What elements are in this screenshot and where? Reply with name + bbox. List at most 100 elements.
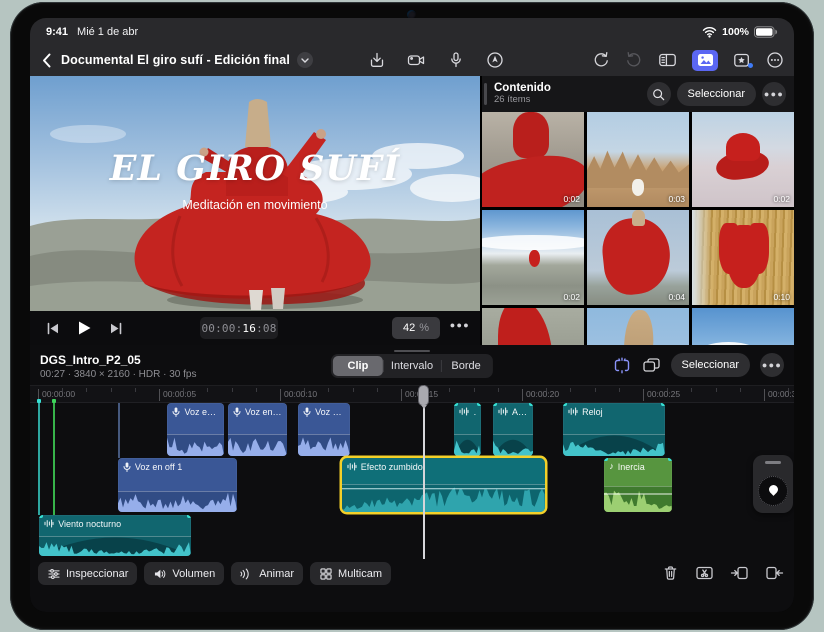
ruler-tick xyxy=(377,388,378,392)
split-clip-icon[interactable] xyxy=(695,564,714,582)
timeline-clip[interactable]: Efecto zumbido xyxy=(342,458,545,512)
playhead-handle[interactable] xyxy=(418,385,429,406)
overwrite-icon[interactable] xyxy=(642,357,661,374)
viewer-controls: 00:00:16:08 42 % ●●● xyxy=(30,311,480,345)
media-thumbnail[interactable]: 0:02 xyxy=(482,210,584,305)
zoom-level[interactable]: 42 % xyxy=(392,317,440,339)
clip-waveform xyxy=(167,434,224,456)
waveform-icon xyxy=(347,462,357,471)
panel-drag-handle[interactable] xyxy=(484,83,487,105)
clip-body xyxy=(342,475,545,484)
clip-label: Voz en off 1 xyxy=(135,462,182,472)
timeline-select-button[interactable]: Seleccionar xyxy=(671,353,750,377)
jog-dial[interactable] xyxy=(758,476,788,506)
timeline-clip[interactable]: Altu… xyxy=(493,403,533,456)
clip-waveform xyxy=(454,434,481,456)
animar-button[interactable]: Animar xyxy=(231,562,303,585)
skip-forward-icon[interactable] xyxy=(109,322,123,335)
timeline-clip[interactable]: Voz en off 2 xyxy=(228,403,287,456)
search-icon[interactable] xyxy=(647,82,671,106)
timeline-bottom-toolbar: Inspeccionar Volumen Animar Multicam xyxy=(38,562,391,585)
content-select-button[interactable]: Seleccionar xyxy=(677,82,756,106)
media-thumbnail[interactable] xyxy=(587,308,689,345)
content-more-icon[interactable]: ●●● xyxy=(762,82,786,106)
clip-guide-line xyxy=(38,403,40,515)
timeline-clip[interactable]: Viento nocturno xyxy=(39,515,191,556)
project-title[interactable]: Documental El giro sufí - Edición final xyxy=(61,53,290,67)
timeline-clip[interactable]: ♪Inercia xyxy=(604,458,672,512)
ruler-label: 00:00:25 xyxy=(643,389,680,401)
insert-before-icon[interactable] xyxy=(730,564,749,582)
mic-icon[interactable] xyxy=(447,51,465,69)
segmented-control: ClipIntervaloBorde xyxy=(331,354,493,378)
music-note-icon: ♪ xyxy=(609,462,614,471)
ipad-frame: 9:41 Mié 1 de abr 100% Documental El gir… xyxy=(10,2,814,630)
animate-icon xyxy=(240,567,254,581)
ruler-label: 00:00:00 xyxy=(38,389,75,401)
timeline-clip[interactable]: Voz en off 3 xyxy=(298,403,350,456)
undo-icon[interactable] xyxy=(592,51,610,69)
waveform-icon xyxy=(44,519,54,528)
clip-waveform xyxy=(228,434,287,456)
viewer-overlay-subtitle: Meditación en movimiento xyxy=(30,198,480,212)
skip-back-icon[interactable] xyxy=(46,322,60,335)
media-thumbnail[interactable]: 0:03 xyxy=(587,112,689,207)
trash-icon[interactable] xyxy=(662,564,679,582)
media-thumbnail[interactable] xyxy=(692,308,794,345)
clip-label: Efecto zumbido xyxy=(361,462,423,472)
timeline-ruler[interactable]: 00:00:0000:00:0500:00:1000:00:1500:00:20… xyxy=(30,385,794,403)
back-chevron-icon[interactable] xyxy=(42,53,51,68)
media-badge xyxy=(748,63,753,68)
draw-icon[interactable] xyxy=(486,51,504,69)
timeline-clip[interactable]: Voz en off 1 xyxy=(118,458,237,512)
jog-wheel[interactable] xyxy=(753,455,793,513)
ruler-tick xyxy=(474,388,475,392)
ruler-tick xyxy=(740,388,741,392)
timeline-clip[interactable]: … xyxy=(454,403,481,456)
timecode-display[interactable]: 00:00:16:08 xyxy=(200,317,278,339)
camera-icon[interactable] xyxy=(407,51,426,69)
ruler-tick xyxy=(207,388,208,392)
media-library-icon[interactable] xyxy=(733,52,751,69)
segment-intervalo[interactable]: Intervalo xyxy=(383,356,441,376)
media-thumbnail[interactable]: 0:04 xyxy=(587,210,689,305)
viewer-more-icon[interactable]: ●●● xyxy=(450,320,470,330)
viewer[interactable]: EL GIRO SUFÍ Meditación en movimiento xyxy=(30,76,480,311)
clip-header: Viento nocturno xyxy=(39,515,191,532)
ruler-label: 00:00:30 xyxy=(764,389,794,401)
play-icon[interactable] xyxy=(77,320,92,336)
mic-icon xyxy=(123,462,131,472)
clock: 9:41 xyxy=(46,26,68,38)
media-thumbnail[interactable]: 0:02 xyxy=(692,112,794,207)
playhead[interactable] xyxy=(423,385,425,559)
volumen-button[interactable]: Volumen xyxy=(144,562,224,585)
clip-header: Efecto zumbido xyxy=(342,458,545,475)
timeline-more-icon[interactable]: ●●● xyxy=(760,353,784,377)
segment-clip[interactable]: Clip xyxy=(333,356,383,376)
timeline-tracks[interactable]: Voz en off 2Voz en off 2Voz en off 3…Alt… xyxy=(30,403,794,560)
media-thumbnail[interactable]: 0:10 xyxy=(692,210,794,305)
clip-label: Reloj xyxy=(582,407,603,417)
media-thumbnail[interactable]: 0:02 xyxy=(482,112,584,207)
waveform-icon xyxy=(459,407,469,416)
media-thumbnail[interactable] xyxy=(482,308,584,345)
export-icon[interactable] xyxy=(368,51,386,69)
title-menu-chevron-icon[interactable] xyxy=(297,52,313,68)
timeline-clip[interactable]: Voz en off 2 xyxy=(167,403,224,456)
clip-body xyxy=(118,475,237,491)
timeline-clip[interactable]: Reloj xyxy=(563,403,665,456)
inspeccionar-button[interactable]: Inspeccionar xyxy=(38,562,137,585)
timeline-panel: DGS_Intro_P2_05 00:27 · 3840 × 2160 · HD… xyxy=(30,345,794,612)
more-icon[interactable] xyxy=(766,51,784,69)
insert-after-icon[interactable] xyxy=(765,564,784,582)
clip-header: ♪Inercia xyxy=(604,458,672,475)
clip-connect-icon[interactable] xyxy=(612,357,632,374)
multicam-button[interactable]: Multicam xyxy=(310,562,391,585)
clip-waveform xyxy=(604,486,672,512)
segment-borde[interactable]: Borde xyxy=(441,356,491,376)
jog-drag-bar[interactable] xyxy=(765,461,781,464)
browser-icon[interactable] xyxy=(658,51,677,69)
ruler-tick xyxy=(570,388,571,392)
viewer-icon[interactable] xyxy=(692,50,718,71)
clip-waveform xyxy=(342,484,545,512)
